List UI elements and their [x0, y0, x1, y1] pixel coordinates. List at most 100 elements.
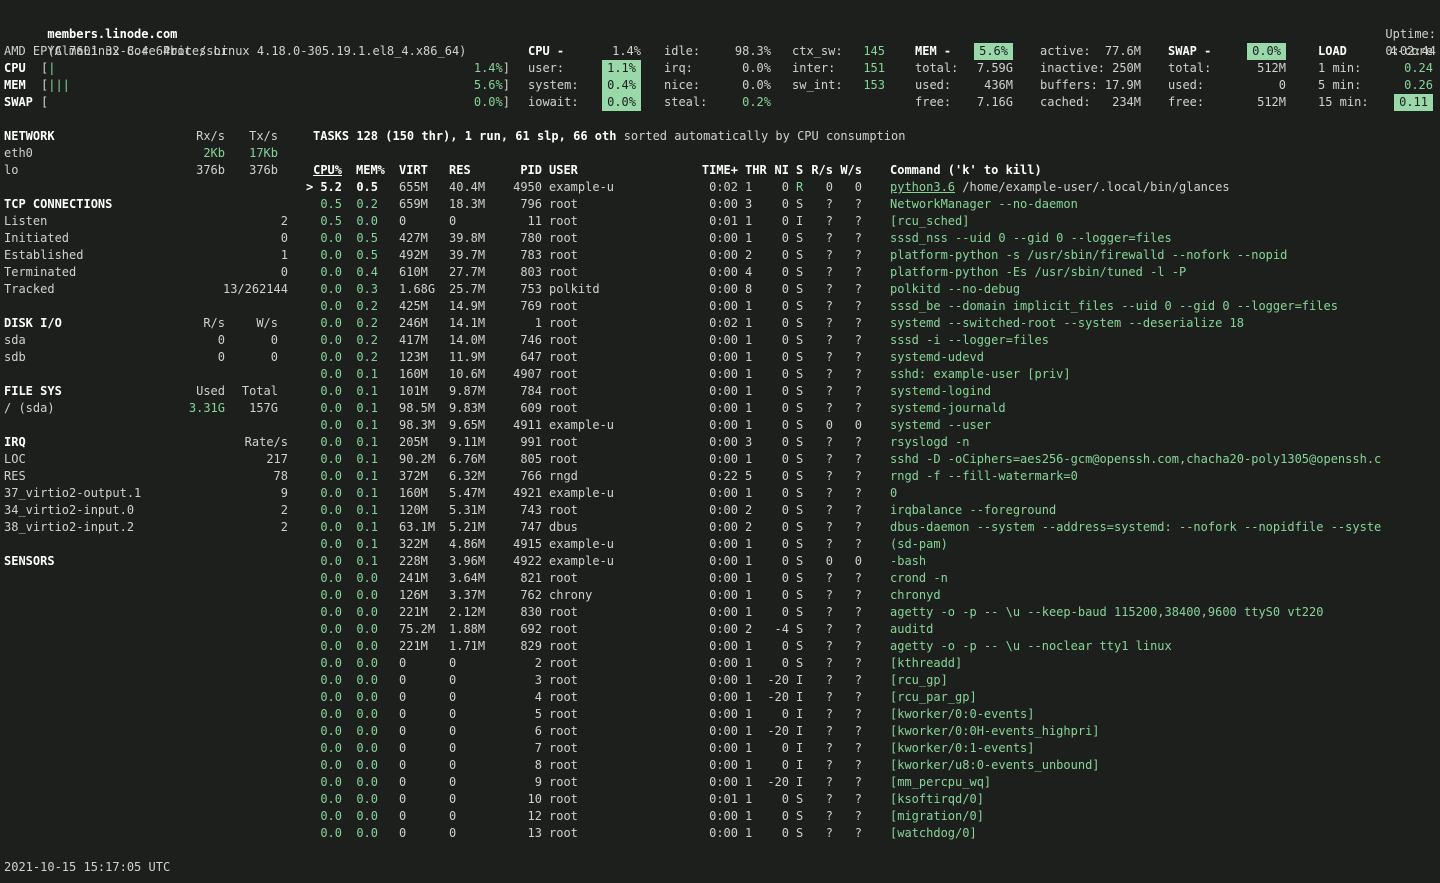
process-row[interactable]: 0.00.0004root0:001-20I??[rcu_par_gp]: [306, 689, 1440, 706]
panel-header: NETWORKRx/sTx/s: [4, 128, 278, 145]
process-row[interactable]: 0.00.2246M14.1M1root0:0210S??systemd --s…: [306, 315, 1440, 332]
process-row[interactable]: 0.00.075.2M1.88M692root0:002-4S??auditd: [306, 621, 1440, 638]
process-row[interactable]: 0.00.1160M5.47M4921example-u0:0010S??0: [306, 485, 1440, 502]
proc-nice: -20: [767, 672, 789, 689]
process-row[interactable]: 0.00.1120M5.31M743root0:0020S??irqbalanc…: [306, 502, 1440, 519]
process-row[interactable]: 0.00.00013root0:0010S??[watchdog/0]: [306, 825, 1440, 842]
process-row[interactable]: 0.00.2417M14.0M746root0:0010S??sssd -i -…: [306, 332, 1440, 349]
proc-pid: 803: [492, 264, 542, 281]
row-value1: 13/262144: [178, 281, 288, 298]
proc-nice: 0: [767, 706, 789, 723]
proc-mem: 0.0: [356, 791, 378, 808]
column-res[interactable]: RES: [449, 162, 492, 179]
proc-threads: 1: [745, 383, 767, 400]
process-row[interactable]: 0.00.198.5M9.83M609root0:0010S??systemd-…: [306, 400, 1440, 417]
process-row[interactable]: 0.00.1101M9.87M784root0:0010S??systemd-l…: [306, 383, 1440, 400]
column-status[interactable]: S: [796, 162, 804, 179]
stat-value: 0.0%: [1247, 43, 1286, 60]
proc-threads: 4: [745, 264, 767, 281]
process-row[interactable]: 0.00.190.2M6.76M805root0:0010S??sshd -D …: [306, 451, 1440, 468]
proc-res: 3.37M: [449, 587, 492, 604]
proc-write-rate: ?: [840, 383, 862, 400]
process-row[interactable]: 0.00.198.3M9.65M4911example-u0:0010S00sy…: [306, 417, 1440, 434]
process-row[interactable]: 0.00.0221M1.71M829root0:0010S??agetty -o…: [306, 638, 1440, 655]
column-pid[interactable]: PID: [492, 162, 542, 179]
gauge-swap: SWAP[0.0%]: [4, 94, 510, 111]
column-write-rate[interactable]: W/s: [840, 162, 862, 179]
process-row[interactable]: 0.00.31.68G25.7M753polkitd0:0080S??polki…: [306, 281, 1440, 298]
column-cpu[interactable]: CPU%: [313, 162, 342, 179]
stat-label: MEM -: [915, 43, 974, 60]
proc-time: 0:00: [642, 621, 738, 638]
process-row[interactable]: 0.00.163.1M5.21M747dbus0:0020S??dbus-dae…: [306, 519, 1440, 536]
proc-res: 0: [449, 757, 492, 774]
proc-nice: 0: [767, 264, 789, 281]
stat-value: 0.2%: [742, 94, 771, 111]
proc-command: agetty -o -p -- \u --keep-baud 115200,38…: [890, 604, 1323, 621]
process-row[interactable]: 0.00.0007root0:0010I??[kworker/0:1-event…: [306, 740, 1440, 757]
process-row[interactable]: 0.00.4610M27.7M803root0:0040S??platform-…: [306, 264, 1440, 281]
proc-nice: 0: [767, 247, 789, 264]
row-value1: 2: [178, 213, 288, 230]
process-row[interactable]: 0.00.2123M11.9M647root0:0010S??systemd-u…: [306, 349, 1440, 366]
process-row[interactable]: 0.00.00010root0:0110S??[ksoftirqd/0]: [306, 791, 1440, 808]
process-row[interactable]: 0.00.0241M3.64M821root0:0010S??crond -n: [306, 570, 1440, 587]
process-row[interactable]: 0.00.1205M9.11M991root0:0030S??rsyslogd …: [306, 434, 1440, 451]
process-row[interactable]: 0.00.0126M3.37M762chrony0:0010S??chronyd: [306, 587, 1440, 604]
proc-write-rate: 0: [840, 179, 862, 196]
process-row[interactable]: 0.00.0008root0:0010I??[kworker/u8:0-even…: [306, 757, 1440, 774]
proc-pid: 9: [492, 774, 542, 791]
column-time[interactable]: TIME+: [642, 162, 738, 179]
proc-command: sssd_nss --uid 0 --gid 0 --logger=files: [890, 230, 1172, 247]
process-row[interactable]: 0.00.5427M39.8M780root0:0010S??sssd_nss …: [306, 230, 1440, 247]
process-row[interactable]: 0.00.0006root0:001-20I??[kworker/0:0H-ev…: [306, 723, 1440, 740]
column-ni[interactable]: NI: [767, 162, 789, 179]
process-row[interactable]: 0.00.0003root0:001-20I??[rcu_gp]: [306, 672, 1440, 689]
proc-time: 0:00: [642, 485, 738, 502]
proc-threads: 1: [745, 757, 767, 774]
proc-mem: 0.1: [356, 485, 378, 502]
proc-virt: 0: [399, 672, 442, 689]
proc-read-rate: ?: [811, 281, 833, 298]
panel-header: TCP CONNECTIONS: [4, 196, 288, 213]
process-row[interactable]: 0.00.1228M3.96M4922example-u0:0010S00-ba…: [306, 553, 1440, 570]
column-mem[interactable]: MEM%: [356, 162, 378, 179]
proc-res: 9.11M: [449, 434, 492, 451]
process-row[interactable]: 0.00.1322M4.86M4915example-u0:0010S??(sd…: [306, 536, 1440, 553]
process-row[interactable]: 0.50.00011root0:0110I??[rcu_sched]: [306, 213, 1440, 230]
proc-read-rate: ?: [811, 621, 833, 638]
proc-write-rate: ?: [840, 230, 862, 247]
row-label: Established: [4, 247, 178, 264]
column-read-rate[interactable]: R/s: [811, 162, 833, 179]
stat-value: 0.0%: [742, 77, 771, 94]
process-row[interactable]: 0.00.0221M2.12M830root0:0010S??agetty -o…: [306, 604, 1440, 621]
process-row[interactable]: 0.00.1372M6.32M766rngd0:2250S??rngd -f -…: [306, 468, 1440, 485]
proc-virt: 610M: [399, 264, 442, 281]
column-virt[interactable]: VIRT: [399, 162, 442, 179]
proc-threads: 1: [745, 553, 767, 570]
process-row[interactable]: 0.00.2425M14.9M769root0:0010S??sssd_be -…: [306, 298, 1440, 315]
column-user[interactable]: USER: [549, 162, 642, 179]
proc-cpu: 0.0: [313, 315, 342, 332]
stat-nice: nice:0.0%: [664, 77, 771, 94]
gauge-cpu: CPU[|1.4%]: [4, 60, 510, 77]
proc-res: 0: [449, 825, 492, 842]
selection-marker: >: [306, 179, 313, 196]
proc-write-rate: ?: [840, 570, 862, 587]
process-row[interactable]: 0.00.5492M39.7M783root0:0020S??platform-…: [306, 247, 1440, 264]
selection-marker: [306, 638, 313, 655]
process-row[interactable]: 0.00.1160M10.6M4907root0:0010S??sshd: ex…: [306, 366, 1440, 383]
process-row[interactable]: >5.20.5655M40.4M4950example-u0:0210R00py…: [306, 179, 1440, 196]
proc-user: root: [549, 672, 642, 689]
column-thr[interactable]: THR: [745, 162, 767, 179]
process-row[interactable]: 0.00.00012root0:0010S??[migration/0]: [306, 808, 1440, 825]
proc-user: rngd: [549, 468, 642, 485]
process-row[interactable]: 0.00.0005root0:0010I??[kworker/0:0-event…: [306, 706, 1440, 723]
proc-threads: 1: [745, 179, 767, 196]
process-row[interactable]: 0.00.0009root0:001-20I??[mm_percpu_wq]: [306, 774, 1440, 791]
proc-command-name: platform-python -s /usr/sbin/firewalld -…: [890, 248, 1287, 262]
proc-virt: 417M: [399, 332, 442, 349]
process-row[interactable]: 0.50.2659M18.3M796root0:0030S??NetworkMa…: [306, 196, 1440, 213]
process-row[interactable]: 0.00.0002root0:0010S??[kthreadd]: [306, 655, 1440, 672]
column-command[interactable]: Command ('k' to kill): [890, 162, 1042, 179]
